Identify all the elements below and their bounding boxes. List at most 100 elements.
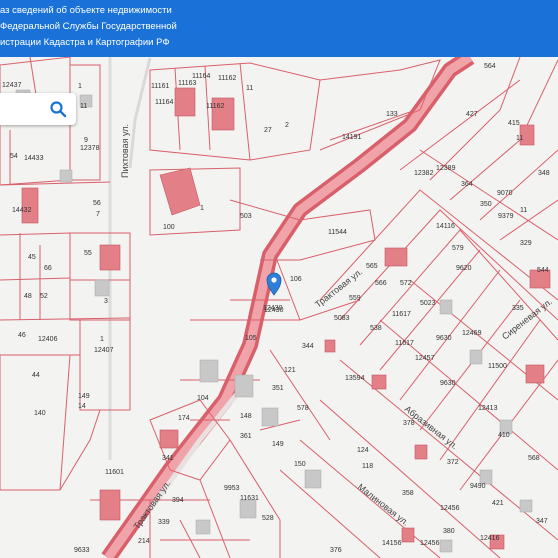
parcel-label: 421 (492, 500, 504, 507)
parcel-label: 364 (461, 181, 473, 188)
parcel-label: 1 (100, 336, 104, 343)
registry-header-banner: аз сведений об объекте недвижимости Феде… (0, 0, 558, 57)
parcel-label: 11 (520, 207, 527, 214)
parcel-label: 12456 (420, 540, 440, 547)
parcel-label: 12406 (38, 336, 58, 343)
parcel-label: 121 (284, 367, 296, 374)
parcel-label: 12416 (480, 535, 500, 542)
map-viewport[interactable]: Пихтовая ул. Трактовая ул. Трактовая ул.… (0, 0, 558, 558)
parcel-label: 124 (357, 447, 369, 454)
parcel-label: 174 (178, 415, 190, 422)
parcel-label: 14433 (24, 155, 44, 162)
parcel-label: 12457 (415, 355, 435, 362)
parcel-label: 9630 (440, 380, 456, 387)
parcel-label: 1 (78, 83, 82, 90)
cadastral-map[interactable]: Пихтовая ул. Трактовая ул. Трактовая ул.… (0, 0, 558, 558)
parcel-label: 329 (520, 240, 532, 247)
parcel-label: 44 (32, 372, 40, 379)
parcel-label: 118 (362, 463, 373, 470)
parcel-label: 9379 (498, 213, 514, 220)
parcel-label: 350 (480, 201, 492, 208)
parcel-label: 14432 (12, 207, 32, 214)
header-text-block: аз сведений об объекте недвижимости Феде… (0, 3, 177, 51)
pin-parcel-label: 12430 (263, 305, 283, 312)
parcel-label: 9 (84, 137, 88, 144)
parcel-label: 54 (10, 153, 18, 160)
parcel-label: 45 (28, 254, 36, 261)
parcel-label: 564 (484, 63, 496, 70)
parcel-label: 578 (297, 405, 309, 412)
parcel-label: 11162 (206, 103, 225, 110)
parcel-label: 568 (528, 455, 540, 462)
parcel-label: 11161 (151, 83, 170, 90)
parcel-label: 9620 (456, 265, 472, 272)
parcel-label: 348 (538, 170, 550, 177)
parcel-label: 372 (447, 459, 459, 466)
parcel-label: 11 (80, 103, 87, 110)
parcel-label: 380 (443, 528, 455, 535)
parcel-label: 11163 (178, 80, 197, 87)
parcel-label: 11601 (105, 469, 124, 476)
parcel-label: 104 (197, 395, 209, 402)
parcel-label: 9630 (436, 335, 452, 342)
parcel-label: 11617 (392, 311, 411, 318)
parcel-label: 566 (375, 280, 387, 287)
parcel-label: 12389 (436, 165, 456, 172)
parcel-label: 11162 (218, 75, 237, 82)
parcel-label: 11617 (395, 340, 414, 347)
parcel-label: 13594 (345, 375, 365, 382)
parcel-label: 579 (452, 245, 464, 252)
parcel-label: 544 (537, 267, 549, 274)
parcel-label: 559 (349, 295, 361, 302)
parcel-label: 335 (512, 305, 524, 312)
parcel-label: 27 (264, 127, 272, 134)
parcel-label: 12382 (414, 170, 434, 177)
search-panel[interactable] (0, 93, 76, 125)
header-line-1: аз сведений об объекте недвижимости (0, 5, 172, 16)
parcel-label: 427 (466, 111, 478, 118)
parcel-label: 7 (96, 211, 100, 218)
parcel-label: 351 (272, 385, 284, 392)
parcel-label: 11544 (328, 229, 347, 236)
parcel-label: 12437 (2, 82, 22, 89)
parcel-label: 55 (84, 250, 92, 257)
parcel-label: 12456 (440, 505, 460, 512)
parcel-label: 503 (240, 213, 252, 220)
parcel-label: 11 (516, 135, 523, 142)
parcel-label: 14 (78, 403, 86, 410)
parcel-label: 105 (245, 335, 257, 342)
parcel-label: 538 (370, 325, 382, 332)
parcel-label: 140 (34, 410, 46, 417)
street-label-pikhtovaya: Пихтовая ул. (120, 124, 130, 178)
parcel-label: 9633 (74, 547, 90, 554)
header-line-3: истрации Кадастра и Картографии РФ (0, 37, 170, 48)
parcel-label: 14191 (342, 134, 362, 141)
parcel-label: 14116 (436, 223, 455, 230)
parcel-label: 12407 (94, 347, 114, 354)
parcel-label: 11164 (192, 73, 211, 80)
parcel-label: 5023 (420, 300, 436, 307)
header-line-2: Федеральной Службы Государственной (0, 21, 177, 32)
parcel-label: 148 (240, 413, 252, 420)
parcel-label: 14156 (382, 540, 402, 547)
parcel-label: 361 (240, 433, 252, 440)
parcel-label: 11500 (488, 363, 507, 370)
parcel-label: 347 (536, 518, 548, 525)
parcel-label: 100 (163, 224, 175, 231)
parcel-label: 46 (18, 332, 26, 339)
search-icon[interactable] (49, 100, 67, 118)
parcel-label: 5083 (334, 315, 350, 322)
parcel-label: 214 (138, 538, 150, 545)
parcel-label: 11631 (240, 495, 259, 502)
parcel-label: 12413 (478, 405, 498, 412)
parcel-label: 12469 (462, 330, 482, 337)
parcel-label: 565 (366, 263, 378, 270)
parcel-label: 2 (285, 122, 289, 129)
parcel-label: 341 (162, 455, 174, 462)
parcel-label: 133 (386, 111, 398, 118)
parcel-label: 1 (200, 205, 204, 212)
parcel-label: 528 (262, 515, 274, 522)
parcel-label: 410 (498, 432, 510, 439)
parcel-label: 150 (294, 461, 306, 468)
parcel-label: 106 (290, 276, 302, 283)
